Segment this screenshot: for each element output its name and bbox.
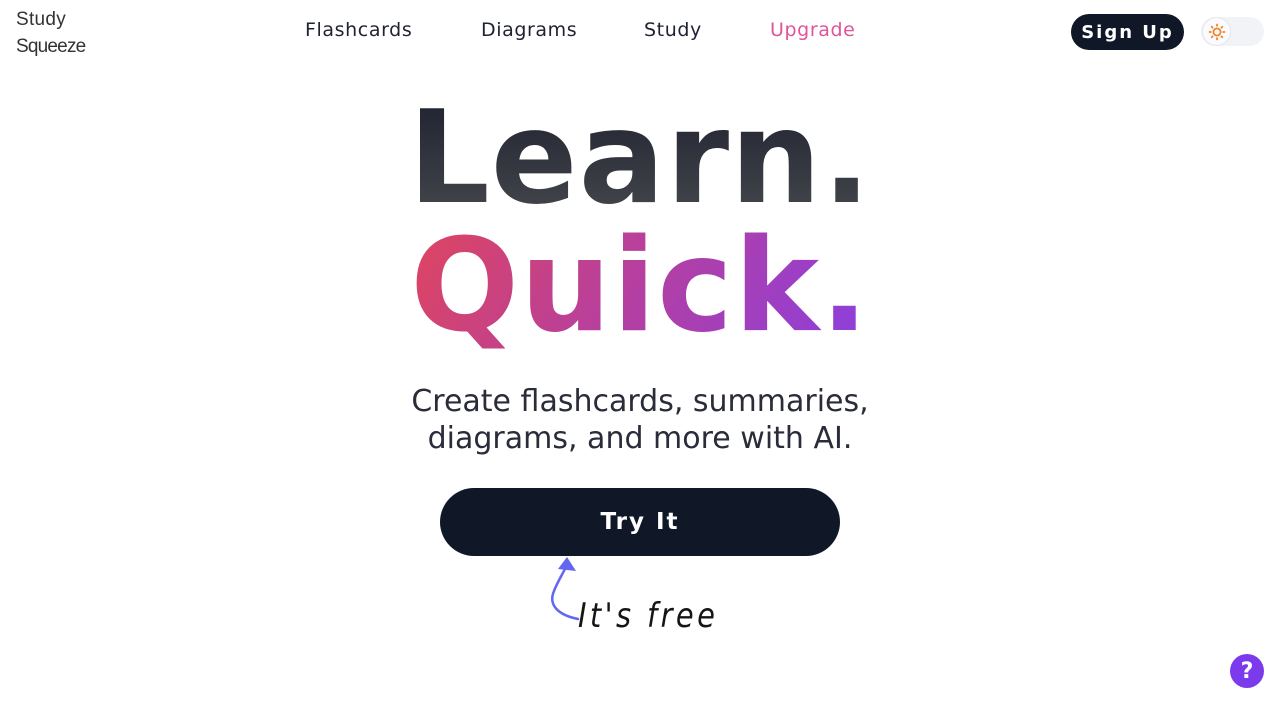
nav-diagrams[interactable]: Diagrams: [481, 19, 577, 41]
theme-toggle[interactable]: [1201, 17, 1264, 46]
nav-flashcards[interactable]: Flashcards: [305, 19, 412, 41]
nav-upgrade[interactable]: Upgrade: [770, 19, 855, 41]
question-mark-icon: ?: [1240, 658, 1254, 684]
its-free-note: It's free: [578, 596, 719, 636]
nav-study[interactable]: Study: [644, 19, 702, 41]
hero-subtitle: Create flashcards, summaries, diagrams, …: [0, 383, 1280, 457]
help-button[interactable]: ?: [1230, 654, 1264, 688]
headline-quick-text: Quick.: [410, 212, 870, 361]
headline-quick: Quick.: [0, 212, 1280, 362]
sign-up-button[interactable]: Sign Up: [1071, 14, 1184, 50]
toggle-knob: [1202, 17, 1231, 46]
sun-icon: [1208, 23, 1225, 40]
subtitle-line-1: Create flashcards, summaries,: [411, 384, 869, 419]
try-it-button[interactable]: Try It: [440, 488, 840, 556]
subtitle-line-2: diagrams, and more with AI.: [427, 421, 853, 456]
